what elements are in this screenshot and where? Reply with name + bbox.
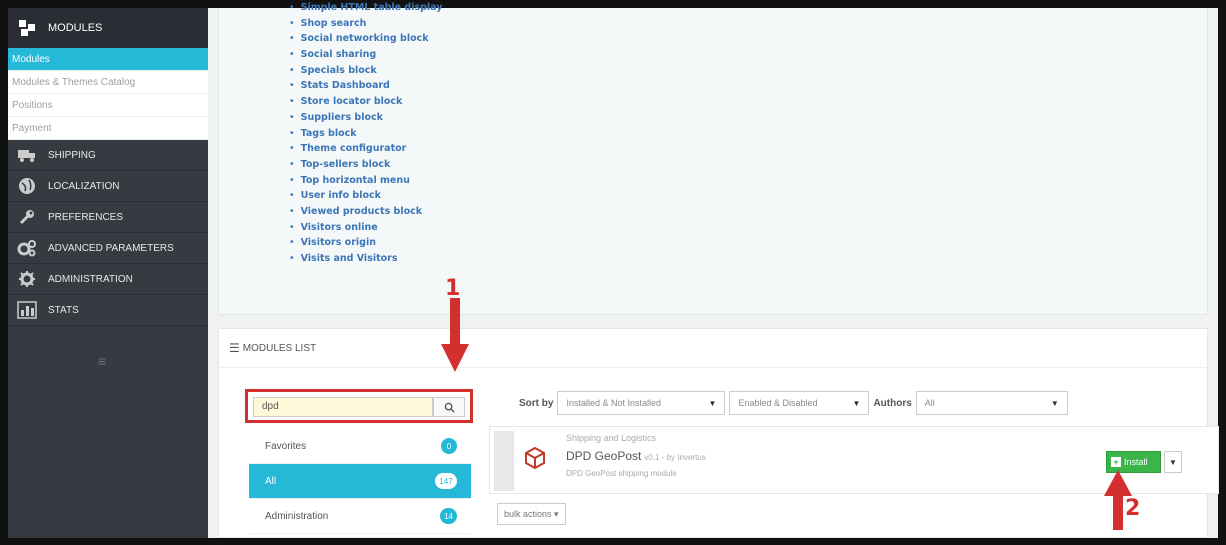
submenu-positions[interactable]: Positions	[8, 94, 208, 117]
search-button[interactable]	[433, 397, 465, 417]
category-label: All	[265, 475, 277, 487]
module-version: v0.1 - by Invertus	[644, 453, 706, 462]
caret-down-icon: ▼	[852, 398, 861, 408]
sidebar-item-label: ADMINISTRATION	[48, 273, 133, 285]
authors-value: All	[924, 398, 935, 408]
module-link[interactable]: Visitors online	[289, 220, 443, 236]
sidebar-collapse-icon[interactable]: ≡	[98, 353, 106, 369]
module-link[interactable]: Specials block	[289, 63, 443, 79]
module-search-input[interactable]: dpd	[253, 397, 433, 417]
sidebar-item-advanced-parameters[interactable]: ADVANCED PARAMETERS	[8, 233, 208, 264]
install-filter-select[interactable]: Installed & Not Installed ▼	[557, 391, 726, 415]
module-link[interactable]: Tags block	[289, 126, 443, 142]
category-count-badge: 147	[435, 473, 457, 489]
wrench-icon	[16, 207, 38, 227]
module-name-text: DPD GeoPost	[566, 449, 642, 463]
modules-list-heading: ☰ MODULES LIST	[229, 341, 316, 355]
gear-icon	[16, 269, 38, 289]
divider	[219, 367, 1207, 368]
module-link[interactable]: Social sharing	[289, 47, 443, 63]
annotation-arrow-down-icon	[441, 298, 469, 372]
truck-icon	[16, 145, 38, 165]
list-icon: ☰	[229, 341, 240, 355]
module-name: DPD GeoPost v0.1 - by Invertus	[566, 449, 706, 463]
caret-down-icon: ▼	[1050, 398, 1059, 408]
sort-bar: Sort by Installed & Not Installed ▼ Enabl…	[519, 391, 1068, 415]
caret-down-icon: ▼	[708, 398, 717, 408]
module-link[interactable]: User info block	[289, 188, 443, 204]
sidebar-item-preferences[interactable]: PREFERENCES	[8, 202, 208, 233]
module-link[interactable]: Stats Dashboard	[289, 78, 443, 94]
search-highlight-box: dpd	[245, 389, 473, 423]
module-link[interactable]: Suppliers block	[289, 110, 443, 126]
modules-submenu: Modules Modules & Themes Catalog Positio…	[8, 48, 208, 140]
enabled-filter-value: Enabled & Disabled	[738, 398, 818, 408]
bulk-actions-button[interactable]: bulk actions ▾	[497, 503, 566, 525]
submenu-modules-themes-catalog[interactable]: Modules & Themes Catalog	[8, 71, 208, 94]
module-select-checkbox[interactable]	[494, 431, 514, 491]
sidebar-item-label: LOCALIZATION	[48, 180, 120, 192]
module-links-list: Simple HTML table displayShop searchSoci…	[289, 0, 443, 267]
install-label: Install	[1124, 457, 1148, 467]
puzzle-icon	[16, 17, 38, 39]
module-link[interactable]: Visitors origin	[289, 235, 443, 251]
module-link[interactable]: Theme configurator	[289, 141, 443, 157]
module-link[interactable]: Top horizontal menu	[289, 173, 443, 189]
category-all[interactable]: All 147	[249, 464, 471, 499]
module-link[interactable]: Store locator block	[289, 94, 443, 110]
sidebar-item-label: STATS	[48, 304, 79, 316]
module-description: DPD GeoPost shipping module	[566, 469, 677, 478]
module-links-panel: Simple HTML table displayShop searchSoci…	[218, 2, 1208, 315]
module-link[interactable]: Viewed products block	[289, 204, 443, 220]
sidebar-modules-label: MODULES	[48, 22, 103, 34]
modules-list-title: MODULES LIST	[242, 342, 317, 354]
globe-icon	[16, 176, 38, 196]
sidebar-item-label: SHIPPING	[48, 149, 96, 161]
modules-list-panel: ☰ MODULES LIST dpd Favorites 0 All 147 A…	[218, 328, 1219, 538]
sidebar-item-localization[interactable]: LOCALIZATION	[8, 171, 208, 202]
submenu-modules[interactable]: Modules	[8, 48, 208, 71]
install-dropdown-toggle[interactable]: ▼	[1164, 451, 1182, 473]
dpd-logo-icon	[524, 446, 546, 470]
sidebar-modules-header[interactable]: MODULES	[8, 8, 208, 48]
submenu-payment[interactable]: Payment	[8, 117, 208, 140]
screenshot-frame: MODULES Modules Modules & Themes Catalog…	[0, 0, 1226, 545]
sidebar-item-label: ADVANCED PARAMETERS	[48, 242, 174, 254]
sidebar-item-stats[interactable]: STATS	[8, 295, 208, 326]
module-link[interactable]: Top-sellers block	[289, 157, 443, 173]
search-icon	[444, 402, 455, 413]
module-link[interactable]: Simple HTML table display	[289, 0, 443, 16]
sidebar-item-label: PREFERENCES	[48, 211, 124, 223]
sort-by-label: Sort by	[519, 397, 554, 409]
install-filter-value: Installed & Not Installed	[566, 398, 662, 408]
category-label: Favorites	[265, 440, 307, 452]
annotation-step-2: 2	[1125, 496, 1141, 521]
sidebar-item-administration[interactable]: ADMINISTRATION	[8, 264, 208, 295]
enabled-filter-select[interactable]: Enabled & Disabled ▼	[729, 391, 870, 415]
bar-chart-icon	[16, 300, 38, 320]
module-link[interactable]: Shop search	[289, 16, 443, 32]
module-link[interactable]: Visits and Visitors	[289, 251, 443, 267]
category-favorites[interactable]: Favorites 0	[249, 429, 471, 464]
category-count-badge: 14	[440, 508, 457, 524]
category-label: Administration	[265, 510, 329, 522]
plus-icon: +	[1111, 457, 1121, 467]
module-link[interactable]: Social networking block	[289, 31, 443, 47]
authors-select[interactable]: All ▼	[915, 391, 1068, 415]
sidebar-item-shipping[interactable]: SHIPPING	[8, 140, 208, 171]
cogs-icon	[16, 238, 38, 258]
module-category: Shipping and Logistics	[566, 433, 657, 443]
authors-label: Authors	[873, 397, 912, 409]
category-administration[interactable]: Administration 14	[249, 499, 471, 534]
category-count-badge: 0	[441, 438, 457, 454]
sidebar: MODULES Modules Modules & Themes Catalog…	[8, 8, 208, 538]
main-content: Simple HTML table displayShop searchSoci…	[208, 2, 1219, 538]
